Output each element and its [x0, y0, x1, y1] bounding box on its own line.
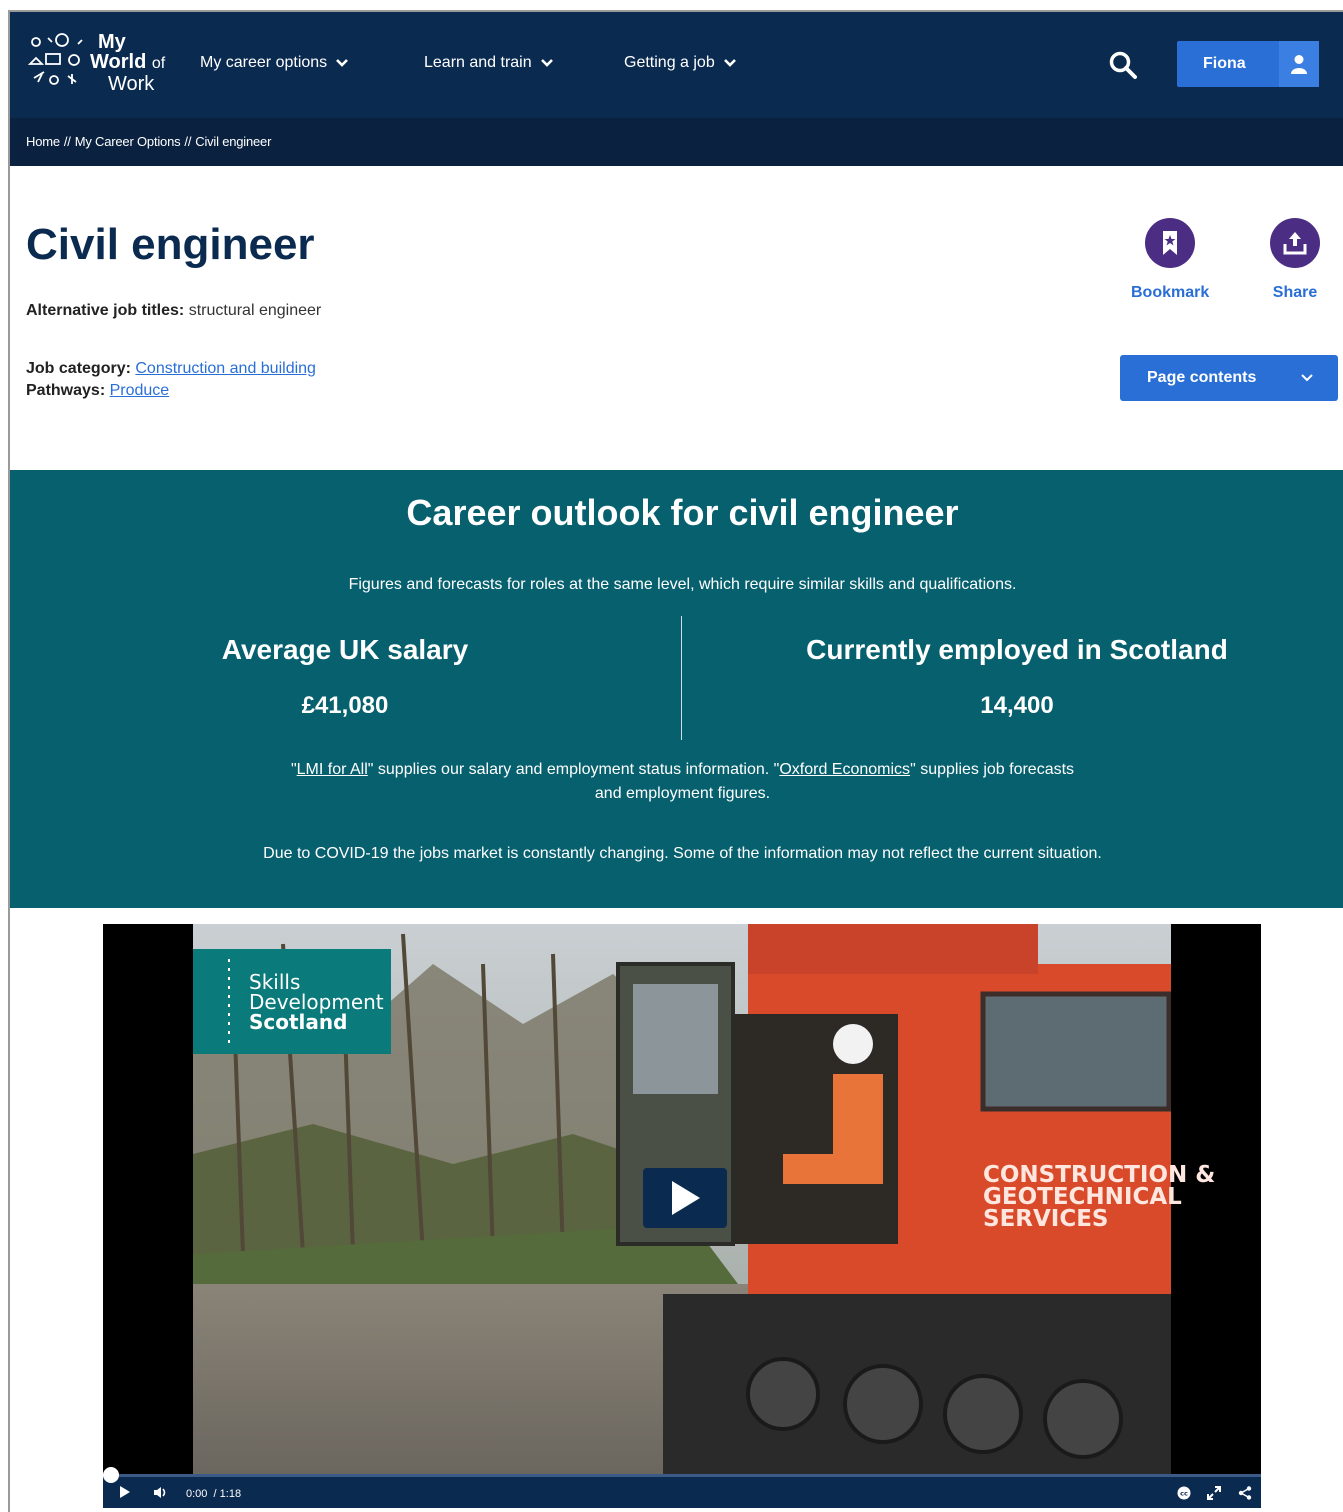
user-name: Fiona	[1203, 55, 1246, 72]
oxford-economics-link[interactable]: Oxford Economics	[779, 761, 910, 778]
nav-getting-a-job[interactable]: Getting a job	[624, 54, 737, 72]
sds-brand-text: Skills Development Scotland	[249, 972, 384, 1032]
play-icon[interactable]	[119, 1486, 131, 1498]
pathways-label: Pathways:	[26, 382, 106, 399]
fullscreen-icon[interactable]	[1207, 1486, 1221, 1500]
play-button[interactable]	[643, 1168, 727, 1228]
alternative-job-titles: Alternative job titles: structural engin…	[26, 302, 321, 320]
vehicle-text-1: CONSTRUCTION &	[983, 1162, 1216, 1188]
share-button[interactable]: Share	[1270, 218, 1320, 302]
video-controls: 0:00 / 1:18 cc	[103, 1467, 1261, 1508]
video-time: 0:00 / 1:18	[186, 1488, 241, 1500]
chevron-down-icon	[336, 59, 349, 67]
logo-of: of	[151, 55, 166, 72]
salary-label: Average UK salary	[221, 634, 469, 665]
breadcrumb-home[interactable]: Home	[26, 134, 60, 149]
logo-line-2: World	[90, 51, 147, 73]
chevron-down-icon	[1301, 374, 1313, 382]
nav-label: My career options	[200, 54, 328, 71]
breadcrumb-bar: Home // My Career Options // Civil engin…	[10, 118, 1343, 166]
covid-notice: Due to COVID-19 the jobs market is const…	[263, 845, 1102, 862]
salary-value: £41,080	[301, 692, 389, 719]
breadcrumb-separator: //	[184, 134, 192, 149]
career-outlook-section: Career outlook for civil engineer Figure…	[10, 470, 1343, 908]
logo-line-3: Work	[108, 73, 155, 95]
video-progress-bar[interactable]	[103, 1474, 1261, 1477]
volume-icon[interactable]	[153, 1486, 169, 1499]
browser-page: My World of Work My career options Learn…	[8, 10, 1343, 1512]
salary-stat: Average UK salary £41,080	[10, 634, 680, 720]
closed-captions-icon[interactable]: cc	[1177, 1486, 1191, 1500]
bookmark-button[interactable]: Bookmark	[1131, 218, 1209, 302]
breadcrumb: Home // My Career Options // Civil engin…	[26, 134, 271, 149]
video-current-time: 0:00	[186, 1488, 208, 1500]
nav-label: Getting a job	[624, 54, 715, 71]
alt-titles-value: structural engineer	[188, 302, 322, 319]
video-progress-knob[interactable]	[103, 1467, 119, 1483]
breadcrumb-current: Civil engineer	[195, 134, 272, 149]
video-player[interactable]: Skills Development Scotland CONSTRUCTION…	[103, 924, 1261, 1508]
svg-text:cc: cc	[1180, 1490, 1188, 1498]
employed-value: 14,400	[980, 692, 1054, 719]
vehicle-text-2: GEOTECHNICAL	[983, 1184, 1182, 1210]
share-video-icon[interactable]	[1238, 1486, 1252, 1500]
sds-line-3: Scotland	[249, 1010, 348, 1034]
page-title: Civil engineer	[26, 220, 315, 269]
sds-line-1: Skills	[249, 970, 301, 994]
breadcrumb-separator: //	[63, 134, 71, 149]
career-outlook-title: Career outlook for civil engineer	[406, 492, 959, 533]
site-logo[interactable]: My World of Work	[24, 30, 184, 94]
logo-icons	[27, 33, 83, 85]
site-header: My World of Work My career options Learn…	[10, 12, 1343, 118]
pathways-link[interactable]: Produce	[110, 382, 170, 399]
play-icon	[672, 1181, 700, 1215]
alt-titles-label: Alternative job titles:	[26, 302, 185, 319]
page-contents-label: Page contents	[1147, 369, 1257, 386]
page-contents-dropdown[interactable]: Page contents	[1120, 355, 1338, 401]
job-category-label: Job category:	[26, 360, 131, 377]
employed-label: Currently employed in Scotland	[806, 634, 1228, 665]
nav-learn-and-train[interactable]: Learn and train	[424, 54, 554, 72]
nav-my-career-options[interactable]: My career options	[200, 54, 349, 72]
user-account-button[interactable]: Fiona	[1177, 41, 1319, 87]
nav-label: Learn and train	[424, 54, 532, 71]
breadcrumb-my-career-options[interactable]: My Career Options	[75, 134, 181, 149]
search-icon[interactable]	[1108, 50, 1138, 80]
user-icon	[1279, 41, 1319, 87]
share-icon	[1270, 218, 1320, 268]
lmi-for-all-link[interactable]: LMI for All	[297, 761, 368, 778]
data-source-note: "LMI for All" supplies our salary and em…	[290, 761, 1075, 802]
logo-text: My World of Work	[90, 32, 165, 94]
job-meta: Job category: Construction and building …	[26, 358, 316, 402]
career-outlook-intro: Figures and forecasts for roles at the s…	[348, 576, 1017, 593]
employment-stat: Currently employed in Scotland 14,400	[682, 634, 1343, 720]
bookmark-label: Bookmark	[1131, 284, 1210, 301]
chevron-down-icon	[723, 59, 736, 67]
vehicle-text-3: SERVICES	[983, 1206, 1109, 1232]
source-text-middle: " supplies our salary and employment sta…	[367, 761, 780, 778]
job-category-link[interactable]: Construction and building	[135, 360, 316, 377]
share-label: Share	[1272, 284, 1318, 301]
sds-line-2: Development	[249, 990, 384, 1014]
bookmark-icon	[1145, 218, 1196, 268]
vehicle-signage: CONSTRUCTION & GEOTECHNICAL SERVICES	[983, 1162, 1216, 1232]
chevron-down-icon	[540, 59, 553, 67]
video-total-time: / 1:18	[213, 1488, 242, 1500]
logo-line-1: My	[98, 31, 126, 53]
